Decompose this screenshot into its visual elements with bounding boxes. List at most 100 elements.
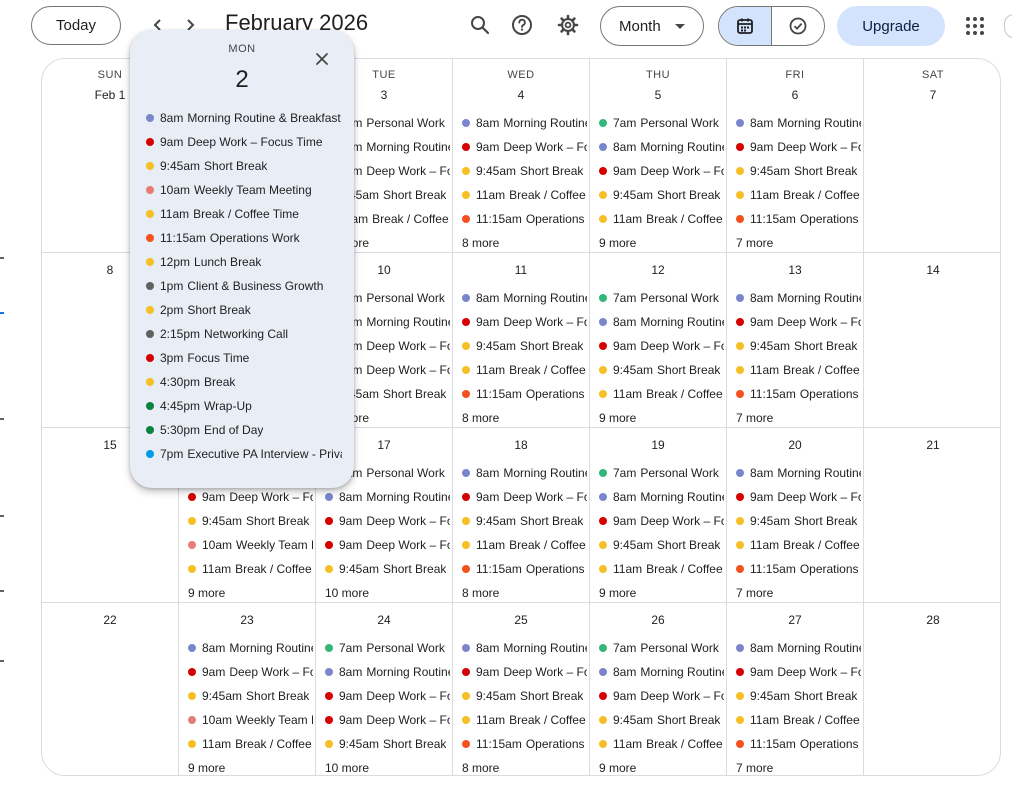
event-chip[interactable]: 9amDeep Work – Focus Time <box>599 159 724 183</box>
day-cell[interactable]: 267amPersonal Work8amMorning Routine & B… <box>590 603 727 775</box>
settings-button[interactable] <box>556 13 580 37</box>
event-chip[interactable]: 9:45am Short Break <box>325 557 450 581</box>
event-chip[interactable]: 10amWeekly Team Meeting <box>146 178 342 202</box>
event-chip[interactable]: 11amBreak / Coffee Time <box>599 207 724 231</box>
view-select[interactable]: Month <box>600 6 704 46</box>
day-cell[interactable]: 258amMorning Routine & Breakfast9amDeep … <box>453 603 590 775</box>
more-events-link[interactable]: 7 more <box>736 406 861 427</box>
event-chip[interactable]: 11:15amOperations Work <box>462 382 587 406</box>
event-chip[interactable]: 9:45am Short Break <box>736 159 861 183</box>
event-chip[interactable]: 11amBreak / Coffee Time <box>462 708 587 732</box>
event-chip[interactable]: 8amMorning Routine & Breakfast <box>599 310 724 334</box>
event-chip[interactable]: 11:15amOperations Work <box>462 557 587 581</box>
event-chip[interactable]: 8amMorning Routine & Breakfast <box>462 461 587 485</box>
event-chip[interactable]: 11amBreak / Coffee Time <box>736 708 861 732</box>
day-number[interactable]: 5 <box>590 88 726 102</box>
day-cell[interactable]: 118amMorning Routine & Breakfast9amDeep … <box>453 253 590 428</box>
event-chip[interactable]: 9amDeep Work – Focus Time <box>599 509 724 533</box>
event-chip[interactable]: 9amDeep Work – Focus Time <box>599 684 724 708</box>
day-cell[interactable]: 138amMorning Routine & Breakfast9amDeep … <box>727 253 864 428</box>
search-button[interactable] <box>468 13 492 37</box>
event-chip[interactable]: 11:15amOperations Work <box>462 732 587 756</box>
event-chip[interactable]: 8amMorning Routine & Breakfast <box>462 111 587 135</box>
event-chip[interactable]: 11amBreak / Coffee Time <box>736 183 861 207</box>
more-events-link[interactable]: 8 more <box>462 756 587 775</box>
day-number[interactable]: 4 <box>453 88 589 102</box>
apps-button[interactable] <box>963 14 987 38</box>
more-events-link[interactable]: 10 more <box>325 756 450 775</box>
calendar-view-toggle[interactable] <box>719 7 772 45</box>
event-chip[interactable]: 9:45am Short Break <box>462 334 587 358</box>
event-chip[interactable]: 1pm Client & Business Growth <box>146 274 342 298</box>
event-chip[interactable]: 11amBreak / Coffee Time <box>736 358 861 382</box>
day-cell[interactable]: 208amMorning Routine & Breakfast9amDeep … <box>727 428 864 603</box>
event-chip[interactable]: 9amDeep Work – Focus Time <box>146 130 342 154</box>
event-chip[interactable]: 11amBreak / Coffee Time <box>188 732 313 756</box>
day-number[interactable]: 22 <box>42 613 178 627</box>
event-chip[interactable]: 11amBreak / Coffee Time <box>599 382 724 406</box>
day-number[interactable]: 14 <box>864 263 1000 277</box>
day-number[interactable]: 7 <box>864 88 1000 102</box>
event-chip[interactable]: 9:45am Short Break <box>146 154 342 178</box>
event-chip[interactable]: 7pm Executive PA Interview - Private <box>146 442 342 466</box>
event-chip[interactable]: 9amDeep Work – Focus Time <box>462 660 587 684</box>
event-chip[interactable]: 9amDeep Work – Focus Time <box>462 485 587 509</box>
help-button[interactable] <box>510 13 534 37</box>
more-events-link[interactable]: 7 more <box>736 581 861 602</box>
event-chip[interactable]: 8amMorning Routine & Breakfast <box>736 636 861 660</box>
day-number[interactable]: 26 <box>590 613 726 627</box>
event-chip[interactable]: 7amPersonal Work <box>599 286 724 310</box>
day-number[interactable]: 25 <box>453 613 589 627</box>
event-chip[interactable]: 9:45am Short Break <box>736 509 861 533</box>
day-cell[interactable]: 197amPersonal Work8amMorning Routine & B… <box>590 428 727 603</box>
event-chip[interactable]: 8amMorning Routine & Breakfast <box>599 485 724 509</box>
event-chip[interactable]: 9amDeep Work – Focus Time <box>736 660 861 684</box>
day-number[interactable]: 11 <box>453 263 589 277</box>
event-chip[interactable]: 8amMorning Routine & Breakfast <box>599 660 724 684</box>
more-events-link[interactable]: 9 more <box>599 406 724 427</box>
day-number[interactable]: 13 <box>727 263 863 277</box>
event-chip[interactable]: 9amDeep Work – Focus Time <box>736 135 861 159</box>
event-chip[interactable]: 11:15amOperations Work <box>736 207 861 231</box>
day-cell[interactable]: 247amPersonal Work8amMorning Routine & B… <box>316 603 453 775</box>
event-chip[interactable]: 7amPersonal Work <box>325 636 450 660</box>
account-avatar[interactable] <box>1004 14 1012 38</box>
event-chip[interactable]: 11amBreak / Coffee Time <box>188 557 313 581</box>
event-chip[interactable]: 9amDeep Work – Focus Time <box>188 660 313 684</box>
event-chip[interactable]: 9amDeep Work – Focus Time <box>325 684 450 708</box>
more-events-link[interactable]: 8 more <box>462 231 587 252</box>
day-number[interactable]: 21 <box>864 438 1000 452</box>
event-chip[interactable]: 9amDeep Work – Focus Time <box>599 334 724 358</box>
event-chip[interactable]: 9:45am Short Break <box>462 509 587 533</box>
event-chip[interactable]: 11amBreak / Coffee Time <box>462 183 587 207</box>
event-chip[interactable]: 9amDeep Work – Focus Time <box>462 310 587 334</box>
more-events-link[interactable]: 10 more <box>325 581 450 602</box>
more-events-link[interactable]: 7 more <box>736 756 861 775</box>
event-chip[interactable]: 9:45am Short Break <box>188 684 313 708</box>
close-popup-button[interactable] <box>310 47 334 71</box>
today-button[interactable]: Today <box>31 6 121 45</box>
event-chip[interactable]: 8amMorning Routine & Breakfast <box>146 106 342 130</box>
more-events-link[interactable]: 9 more <box>599 756 724 775</box>
event-chip[interactable]: 11:15amOperations Work <box>736 382 861 406</box>
event-chip[interactable]: 9:45am Short Break <box>599 708 724 732</box>
event-chip[interactable]: 12pm Lunch Break <box>146 250 342 274</box>
event-chip[interactable]: 4:30pm Break <box>146 370 342 394</box>
event-chip[interactable]: 5:30pm End of Day <box>146 418 342 442</box>
day-number[interactable]: 20 <box>727 438 863 452</box>
event-chip[interactable]: 9:45am Short Break <box>462 159 587 183</box>
day-cell[interactable]: THU57amPersonal Work8amMorning Routine &… <box>590 59 727 253</box>
event-chip[interactable]: 9amDeep Work – Focus Time <box>462 135 587 159</box>
event-chip[interactable]: 9:45am Short Break <box>599 358 724 382</box>
event-chip[interactable]: 9amDeep Work – Focus Time <box>736 485 861 509</box>
day-cell[interactable]: SAT 7 <box>864 59 1000 253</box>
event-chip[interactable]: 10amWeekly Team Meeting <box>188 533 313 557</box>
event-chip[interactable]: 3pm Focus Time <box>146 346 342 370</box>
day-cell[interactable]: 238amMorning Routine & Breakfast9amDeep … <box>179 603 316 775</box>
event-chip[interactable]: 11amBreak / Coffee Time <box>462 358 587 382</box>
day-cell[interactable]: 127amPersonal Work8amMorning Routine & B… <box>590 253 727 428</box>
event-chip[interactable]: 11amBreak / Coffee Time <box>462 533 587 557</box>
event-chip[interactable]: 8amMorning Routine & Breakfast <box>325 660 450 684</box>
event-chip[interactable]: 9:45am Short Break <box>736 334 861 358</box>
event-chip[interactable]: 7amPersonal Work <box>599 111 724 135</box>
